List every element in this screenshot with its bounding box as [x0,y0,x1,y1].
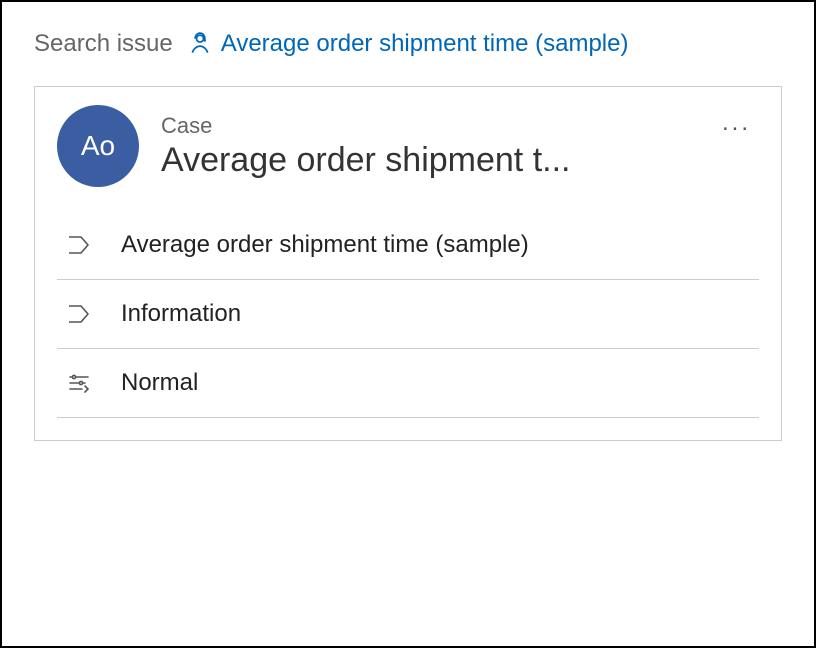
case-card: Ao Case Average order shipment t... ... … [34,86,782,441]
breadcrumb: Search issue Average order shipment time… [34,30,782,58]
breadcrumb-current[interactable]: Average order shipment time (sample) [187,30,629,58]
card-header: Ao Case Average order shipment t... ... [57,105,759,187]
more-options-button[interactable]: ... [718,113,755,133]
entity-label: Case [161,113,759,139]
avatar: Ao [57,105,139,187]
breadcrumb-current-label: Average order shipment time (sample) [221,30,629,58]
detail-row-title-value: Average order shipment time (sample) [121,231,529,259]
breadcrumb-prev[interactable]: Search issue [34,30,173,58]
detail-row-info[interactable]: Information [57,280,759,349]
detail-row-info-value: Information [121,300,241,328]
header-text: Case Average order shipment t... [161,113,759,180]
chevron-tag-icon [65,303,93,325]
detail-row-title[interactable]: Average order shipment time (sample) [57,211,759,280]
person-support-icon [187,31,213,57]
detail-row-priority-value: Normal [121,369,198,397]
detail-row-priority[interactable]: Normal [57,349,759,418]
case-title: Average order shipment t... [161,141,701,180]
chevron-tag-icon [65,234,93,256]
filter-settings-icon [65,372,93,394]
